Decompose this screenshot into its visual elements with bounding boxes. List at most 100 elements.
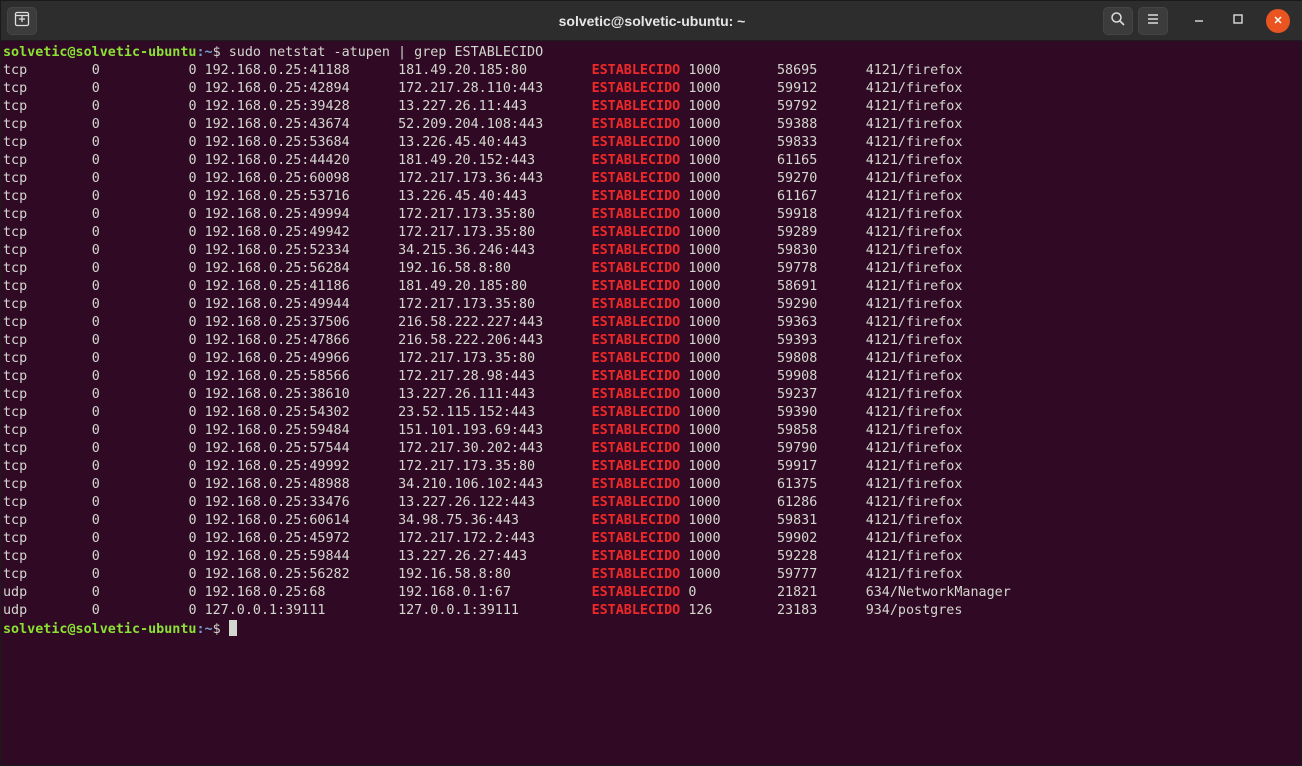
table-cell: 4121/firefox: [865, 387, 963, 402]
cell-gap: [535, 405, 591, 420]
table-cell: 192.168.0.25:45972: [204, 531, 350, 546]
table-cell: 0: [91, 351, 100, 366]
cell-gap: [27, 387, 92, 402]
cell-gap: [817, 207, 865, 222]
title-bar[interactable]: solvetic@solvetic-ubuntu: ~: [1, 1, 1302, 41]
cell-gap: [721, 333, 777, 348]
table-row: tcp 0 0 192.168.0.25:53716 13.226.45.40:…: [3, 188, 1291, 206]
table-cell: 59777: [777, 567, 818, 582]
table-cell: 0: [91, 369, 100, 384]
cell-gap: [197, 405, 205, 420]
cell-gap: [27, 207, 92, 222]
table-cell: 4121/firefox: [865, 279, 963, 294]
cell-gap: [27, 603, 92, 618]
cell-gap: [197, 513, 205, 528]
table-cell: 0: [91, 459, 100, 474]
cell-gap: [721, 387, 777, 402]
cell-gap: [721, 351, 777, 366]
table-cell: 4121/firefox: [865, 567, 963, 582]
cell-gap: [527, 135, 592, 150]
table-cell: 0: [91, 315, 100, 330]
table-cell: tcp: [3, 369, 28, 384]
table-cell: 0: [91, 225, 100, 240]
search-button[interactable]: [1103, 7, 1133, 35]
minimize-button[interactable]: [1187, 9, 1211, 33]
table-row: tcp 0 0 192.168.0.25:41188 181.49.20.185…: [3, 62, 1291, 80]
table-cell: 4121/firefox: [865, 207, 963, 222]
close-button[interactable]: [1266, 9, 1290, 33]
cell-gap: [817, 603, 865, 618]
table-row: tcp 0 0 192.168.0.25:33476 13.227.26.122…: [3, 494, 1291, 512]
table-cell: 1000: [688, 189, 721, 204]
table-cell: 192.168.0.25:44420: [204, 153, 350, 168]
cell-gap: [27, 171, 92, 186]
table-cell: 0: [91, 333, 100, 348]
cell-gap: [511, 567, 592, 582]
cell-gap: [817, 531, 865, 546]
state-cell: ESTABLECIDO: [591, 297, 681, 312]
cell-gap: [197, 477, 205, 492]
state-cell: ESTABLECIDO: [591, 477, 681, 492]
cell-gap: [197, 567, 205, 582]
cell-gap: [197, 63, 205, 78]
cell-gap: [27, 405, 92, 420]
cell-gap: [350, 297, 398, 312]
terminal-output[interactable]: solvetic@solvetic-ubuntu:~$ sudo netstat…: [1, 42, 1291, 765]
cell-gap: [535, 207, 591, 222]
cell-gap: [197, 135, 205, 150]
state-cell: ESTABLECIDO: [591, 369, 681, 384]
cell-gap: [817, 423, 865, 438]
table-cell: 192.168.0.25:41188: [204, 63, 350, 78]
cell-gap: [197, 423, 205, 438]
table-cell: 192.168.0.25:42894: [204, 81, 350, 96]
table-cell: 192.168.0.25:60614: [204, 513, 350, 528]
table-cell: 0: [188, 441, 197, 456]
table-cell: 61375: [777, 477, 818, 492]
table-cell: 126: [688, 603, 713, 618]
cell-gap: [817, 459, 865, 474]
table-cell: 4121/firefox: [865, 423, 963, 438]
table-cell: 4121/firefox: [865, 513, 963, 528]
table-cell: 59792: [777, 99, 818, 114]
table-row: tcp 0 0 192.168.0.25:49994 172.217.173.3…: [3, 206, 1291, 224]
maximize-button[interactable]: [1226, 9, 1250, 33]
table-cell: tcp: [3, 513, 28, 528]
table-cell: 0: [91, 153, 100, 168]
table-row: tcp 0 0 192.168.0.25:59844 13.227.26.27:…: [3, 548, 1291, 566]
table-cell: 1000: [688, 549, 721, 564]
table-row: tcp 0 0 192.168.0.25:58566 172.217.28.98…: [3, 368, 1291, 386]
table-cell: 0: [188, 423, 197, 438]
cell-gap: [100, 423, 189, 438]
table-cell: 634/NetworkManager: [865, 585, 1011, 600]
cell-gap: [350, 567, 398, 582]
table-cell: 192.168.0.25:57544: [204, 441, 350, 456]
state-cell: ESTABLECIDO: [591, 99, 681, 114]
table-cell: 34.215.36.246:443: [398, 243, 536, 258]
table-cell: 192.168.0.25:49966: [204, 351, 350, 366]
cell-gap: [197, 585, 205, 600]
cell-gap: [350, 369, 398, 384]
table-cell: 0: [188, 189, 197, 204]
cell-gap: [100, 531, 189, 546]
table-cell: 0: [188, 603, 197, 618]
table-row: tcp 0 0 192.168.0.25:52334 34.215.36.246…: [3, 242, 1291, 260]
table-cell: tcp: [3, 99, 28, 114]
table-cell: 0: [91, 297, 100, 312]
table-cell: 0: [188, 351, 197, 366]
cell-gap: [535, 225, 591, 240]
cell-gap: [350, 189, 398, 204]
cell-gap: [721, 225, 777, 240]
table-cell: 1000: [688, 495, 721, 510]
table-cell: tcp: [3, 387, 28, 402]
table-cell: tcp: [3, 81, 28, 96]
table-cell: 192.168.0.25:52334: [204, 243, 350, 258]
cell-gap: [721, 315, 777, 330]
cell-gap: [543, 441, 591, 456]
cell-gap: [27, 513, 92, 528]
scrollbar[interactable]: [1293, 42, 1301, 765]
table-cell: tcp: [3, 549, 28, 564]
cell-gap: [27, 189, 92, 204]
cell-gap: [27, 117, 92, 132]
table-cell: 4121/firefox: [865, 549, 963, 564]
menu-button[interactable]: [1138, 7, 1168, 35]
